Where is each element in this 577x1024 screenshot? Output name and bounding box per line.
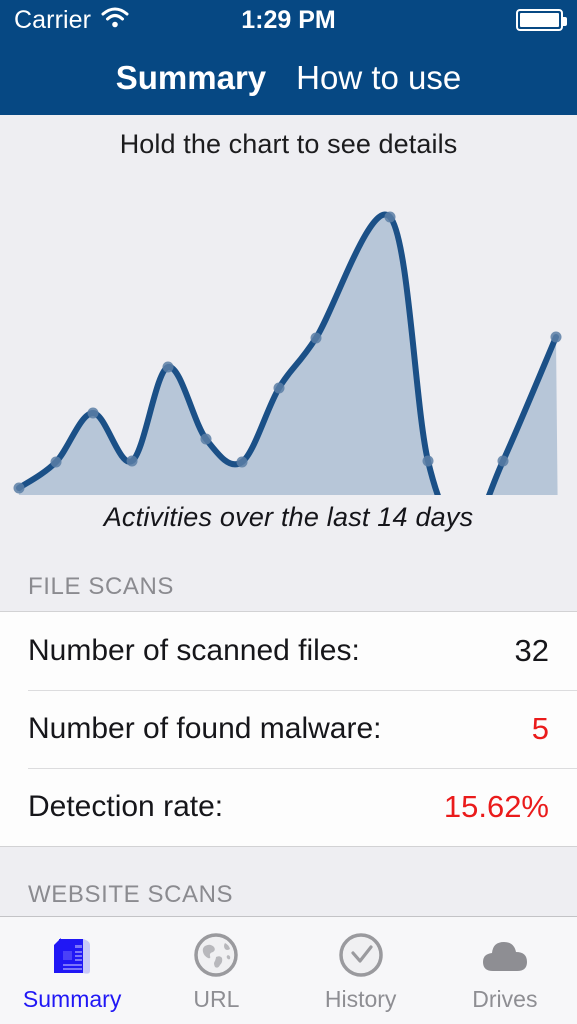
tab-bar: Summary URL History Drives [0, 916, 577, 1024]
chart-data-point[interactable] [87, 407, 99, 419]
tab-item-summary[interactable]: Summary [0, 917, 144, 1024]
activity-chart[interactable] [0, 160, 577, 495]
tab-label: History [324, 986, 397, 1012]
row-label: Detection rate: [28, 790, 224, 823]
row-value: 5 [531, 711, 549, 746]
nav-tab-summary[interactable]: Summary [116, 61, 266, 94]
section-header-website-scans: WEBSITE SCANS [28, 881, 234, 908]
table-row[interactable]: Detection rate: 15.62% [0, 768, 577, 846]
globe-icon [189, 928, 243, 982]
battery-full-icon [516, 9, 567, 31]
cloud-icon [478, 928, 532, 982]
tab-item-url[interactable]: URL [144, 917, 288, 1024]
chart-area-fill [18, 214, 558, 495]
tab-item-drives[interactable]: Drives [433, 917, 577, 1024]
chart-data-point[interactable] [126, 455, 138, 467]
chart-data-point[interactable] [273, 382, 285, 394]
file-scans-table: Number of scanned files: 32 Number of fo… [0, 611, 577, 847]
row-label: Number of found malware: [28, 712, 382, 745]
tab-item-history[interactable]: History [289, 917, 433, 1024]
activity-chart-svg[interactable] [0, 160, 577, 495]
app-root: Carrier 1:29 PM Summary How to use Hold … [0, 0, 577, 1024]
row-label: Number of scanned files: [28, 634, 360, 667]
scroll-content[interactable]: Hold the chart to see details Activities… [0, 115, 577, 916]
chart-data-point[interactable] [200, 433, 212, 445]
chart-data-point[interactable] [550, 331, 562, 343]
tab-label: Drives [472, 986, 538, 1012]
tab-label: URL [193, 986, 240, 1012]
table-row[interactable]: Number of found malware: 5 [0, 690, 577, 768]
status-bar-clock: 1:29 PM [241, 5, 336, 34]
clock-icon [334, 928, 388, 982]
chart-data-point[interactable] [310, 332, 322, 344]
chart-data-point[interactable] [13, 482, 25, 494]
status-bar-right [516, 9, 567, 31]
chart-data-point[interactable] [236, 456, 248, 468]
chart-data-point[interactable] [384, 211, 396, 223]
tab-label: Summary [22, 986, 122, 1012]
nav-tab-how-to-use[interactable]: How to use [296, 61, 461, 94]
row-value: 15.62% [443, 789, 549, 824]
chart-hint-label: Hold the chart to see details [119, 129, 458, 159]
section-header-file-scans: FILE SCANS [28, 573, 175, 600]
navigation-bar: Summary How to use [0, 40, 577, 115]
status-bar: Carrier 1:29 PM [0, 0, 577, 40]
table-row[interactable]: Number of scanned files: 32 [0, 612, 577, 690]
chart-caption: Activities over the last 14 days [103, 502, 474, 532]
newspaper-icon [45, 928, 99, 982]
chart-data-point[interactable] [50, 456, 62, 468]
chart-data-point[interactable] [162, 361, 174, 373]
chart-data-point[interactable] [422, 455, 434, 467]
row-value: 32 [514, 633, 549, 668]
chart-data-point[interactable] [497, 455, 509, 467]
